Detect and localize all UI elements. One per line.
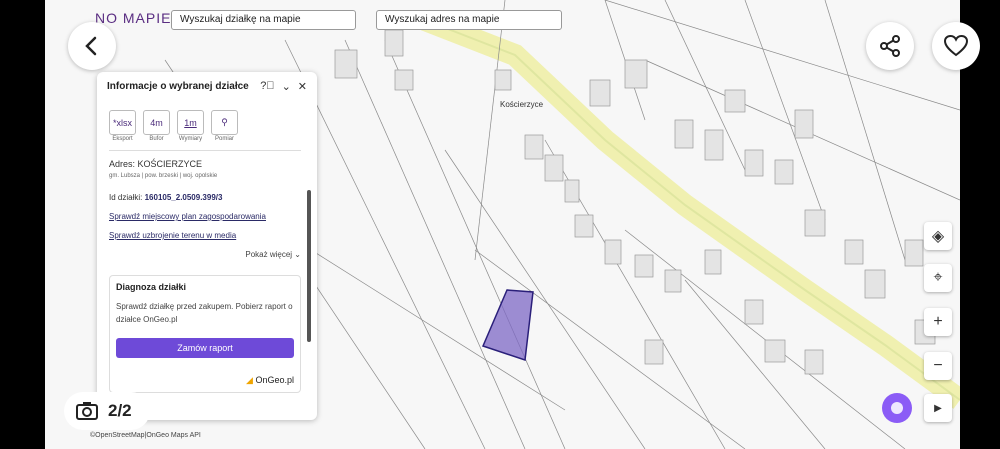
- back-button[interactable]: [68, 22, 116, 70]
- image-counter-label: 2/2: [108, 401, 132, 420]
- export-button[interactable]: *xlsx: [109, 110, 136, 135]
- heart-icon: [943, 34, 969, 57]
- divider: [109, 150, 301, 151]
- map-attribution: ©OpenStreetMap|OnGeo Maps API: [90, 432, 201, 439]
- chevron-down-icon[interactable]: ⌄: [282, 80, 291, 93]
- export-tool[interactable]: *xlsx Eksport: [109, 110, 136, 142]
- tool-label: Eksport: [112, 136, 133, 142]
- panel-scrollbar[interactable]: [307, 190, 311, 342]
- camera-icon: [76, 402, 98, 420]
- logo[interactable]: NO MAPIE: [95, 11, 171, 25]
- crosshair-icon: ⌖: [933, 269, 943, 286]
- share-button[interactable]: [866, 22, 914, 70]
- dimensions-button[interactable]: 1m: [177, 110, 204, 135]
- panel-title: Informacje o wybranej działce: [107, 80, 249, 92]
- play-icon: ▶: [934, 402, 942, 414]
- order-report-button[interactable]: Zamów raport: [116, 338, 294, 358]
- measure-pin-icon: ⚲: [221, 117, 228, 127]
- ongeo-brand: ◢ OnGeo.pl: [246, 375, 294, 386]
- dimensions-tool[interactable]: 1m Wymiary: [177, 110, 204, 142]
- search-plot-input[interactable]: Wyszukaj działkę na mapie: [171, 10, 356, 30]
- plot-diagnosis-box: Diagnoza działki Sprawdź działkę przed z…: [109, 275, 301, 393]
- show-more-button[interactable]: Pokaż więcej ⌄: [109, 250, 301, 259]
- favorite-button[interactable]: [932, 22, 980, 70]
- layers-icon: ◈: [931, 228, 945, 245]
- plot-address-details: gm. Lubsza | pow. brzeski | woj. opolski…: [109, 173, 218, 179]
- tool-label: Bufor: [149, 136, 164, 142]
- image-counter: 2/2: [64, 392, 150, 430]
- chat-button[interactable]: [882, 393, 912, 423]
- chevron-down-icon: ⌄: [294, 250, 301, 259]
- buffer-tool[interactable]: 4m Bufor: [143, 110, 170, 142]
- diagnosis-title: Diagnoza działki: [116, 282, 187, 292]
- locate-button[interactable]: ⌖: [924, 264, 952, 292]
- plus-icon: +: [933, 313, 943, 330]
- utilities-link[interactable]: Sprawdź uzbrojenie terenu w media: [109, 231, 301, 240]
- minus-icon: −: [933, 357, 943, 374]
- plot-info-panel: Informacje o wybranej działce ?⃝ ⌄ ✕ *xl…: [97, 72, 317, 420]
- plot-address: Adres: KOŚCIERZYCE: [109, 159, 203, 169]
- expand-button[interactable]: ▶: [924, 394, 952, 422]
- plot-id-row: Id działki: 160105_2.0509.399/3: [109, 193, 301, 202]
- plot-id-value: 160105_2.0509.399/3: [144, 193, 223, 202]
- show-more-label: Pokaż więcej: [245, 250, 293, 259]
- chevron-left-icon: [85, 36, 97, 56]
- measure-tool[interactable]: ⚲ Pomiar: [211, 110, 238, 142]
- diagnosis-text: Sprawdź działkę przed zakupem. Pobierz r…: [116, 302, 293, 324]
- tool-label: Wymiary: [178, 136, 203, 142]
- buffer-button[interactable]: 4m: [143, 110, 170, 135]
- layers-button[interactable]: ◈: [924, 222, 952, 250]
- close-icon[interactable]: ✕: [298, 80, 307, 93]
- chat-icon: [891, 402, 903, 414]
- place-label: Kościerzyce: [500, 100, 544, 109]
- plot-id-label: Id działki:: [109, 193, 143, 202]
- search-address-input[interactable]: Wyszukaj adres na mapie: [376, 10, 562, 30]
- tool-row: *xlsx Eksport 4m Bufor 1m Wymiary ⚲ Pomi…: [109, 110, 301, 142]
- ongeo-logo-icon: ◢: [246, 375, 253, 385]
- share-icon: [880, 35, 900, 57]
- zoning-plan-link[interactable]: Sprawdź miejscowy plan zagospodarowania: [109, 212, 301, 221]
- tool-label: Pomiar: [214, 136, 234, 142]
- zoom-out-button[interactable]: −: [924, 352, 952, 380]
- ongeo-brand-label: OnGeo.pl: [255, 375, 294, 385]
- help-icon[interactable]: ?⃝: [260, 80, 274, 92]
- measure-button[interactable]: ⚲: [211, 110, 238, 135]
- zoom-in-button[interactable]: +: [924, 308, 952, 336]
